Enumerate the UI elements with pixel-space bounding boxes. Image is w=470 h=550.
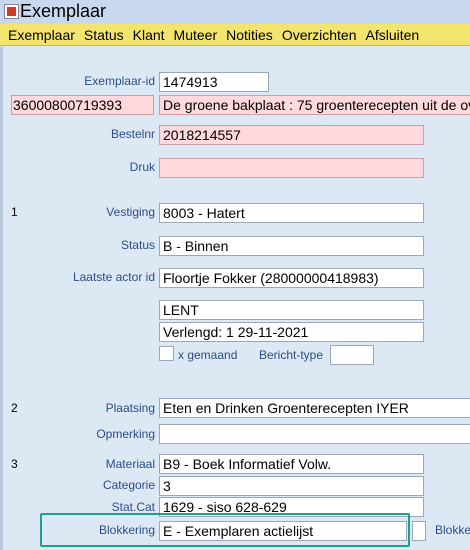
- menu-muteer[interactable]: Muteer: [174, 27, 218, 43]
- section-number-3: 3: [11, 457, 18, 471]
- x-gemaand-checkbox[interactable]: [159, 346, 174, 361]
- druk-label: Druk: [129, 160, 155, 174]
- menu-status[interactable]: Status: [84, 27, 124, 43]
- highlight-box: [40, 513, 410, 547]
- blokkering-right-label: Blokke: [435, 523, 470, 537]
- menu-overzichten[interactable]: Overzichten: [282, 27, 357, 43]
- app-icon: [4, 4, 19, 19]
- status-label: Status: [120, 238, 155, 252]
- exemplaar-id-label: Exemplaar-id: [84, 74, 155, 88]
- exemplaar-id-field[interactable]: 1474913: [159, 72, 269, 92]
- laatste-actor-field[interactable]: Floortje Fokker (28000000418983): [159, 268, 424, 288]
- vestiging-label: Vestiging: [106, 205, 155, 219]
- window-title: Exemplaar: [20, 1, 107, 21]
- menu-afsluiten[interactable]: Afsluiten: [366, 27, 420, 43]
- categorie-field[interactable]: 3: [159, 476, 424, 496]
- title-field[interactable]: De groene bakplaat : 75 groenterecepten …: [159, 95, 470, 115]
- bericht-type-label: Bericht-type: [259, 348, 324, 362]
- status-field[interactable]: B - Binnen: [159, 236, 424, 256]
- blokkering-side-field[interactable]: [412, 521, 426, 541]
- x-gemaand-label: x gemaand: [178, 348, 238, 362]
- bestelnr-label: Bestelnr: [110, 127, 155, 141]
- materiaal-label: Materiaal: [105, 457, 155, 471]
- verlengd-field[interactable]: Verlengd: 1 29-11-2021: [159, 322, 424, 342]
- vestiging-field[interactable]: 8003 - Hatert: [159, 203, 424, 223]
- stat-cat-label: Stat.Cat: [111, 500, 155, 514]
- plaatsing-field[interactable]: Eten en Drinken Groenterecepten IYER: [159, 398, 470, 418]
- form-content: [0, 47, 470, 550]
- title-bar: Exemplaar: [0, 0, 470, 24]
- plaatsing-label: Plaatsing: [105, 401, 155, 415]
- bestelnr-field[interactable]: 2018214557: [159, 125, 424, 145]
- druk-field[interactable]: [159, 158, 424, 178]
- bericht-type-field[interactable]: [330, 345, 374, 365]
- menu-klant[interactable]: Klant: [133, 27, 165, 43]
- materiaal-field[interactable]: B9 - Boek Informatief Volw.: [159, 454, 424, 474]
- section-number-1: 1: [11, 205, 18, 219]
- opmerking-field[interactable]: [159, 424, 470, 444]
- section-number-2: 2: [11, 401, 18, 415]
- lent-field[interactable]: LENT: [159, 300, 424, 320]
- menu-bar: Exemplaar Status Klant Muteer Notities O…: [0, 24, 470, 46]
- opmerking-label: Opmerking: [96, 427, 155, 441]
- categorie-label: Categorie: [102, 478, 155, 492]
- laatste-actor-label: Laatste actor id: [72, 270, 155, 284]
- barcode-field[interactable]: 36000800719393: [11, 95, 154, 115]
- menu-exemplaar[interactable]: Exemplaar: [8, 27, 75, 43]
- menu-notities[interactable]: Notities: [226, 27, 273, 43]
